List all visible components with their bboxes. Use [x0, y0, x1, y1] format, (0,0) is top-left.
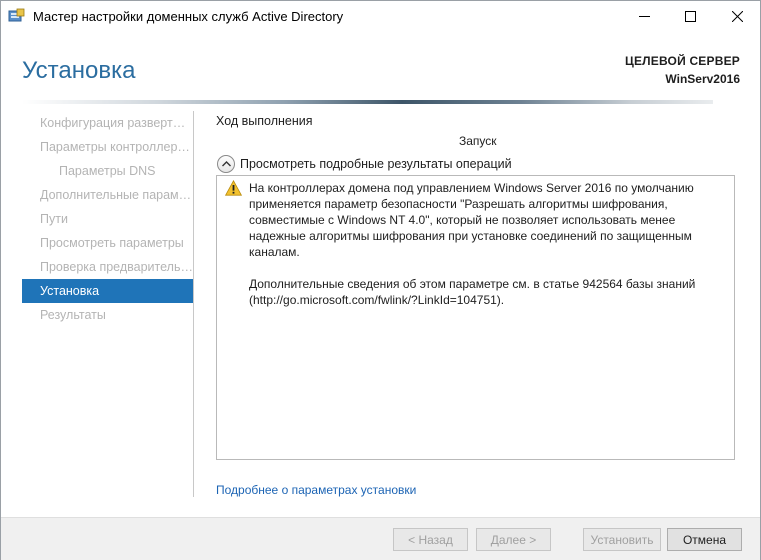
- operation-results-box[interactable]: На контроллерах домена под управлением W…: [216, 175, 735, 460]
- warning-message: На контроллерах домена под управлением W…: [249, 180, 727, 308]
- close-icon: [731, 11, 743, 22]
- warning-message-reference: Дополнительные сведения об этом параметр…: [249, 277, 696, 307]
- sidebar-item-additional-options[interactable]: Дополнительные параметры: [22, 183, 193, 207]
- title-bar[interactable]: Мастер настройки доменных служб Active D…: [1, 1, 760, 32]
- install-button[interactable]: Установить: [583, 528, 661, 551]
- details-toggle-label[interactable]: Просмотреть подробные результаты операци…: [240, 157, 512, 171]
- sidebar-item-dns-options[interactable]: Параметры DNS: [22, 159, 193, 183]
- minimize-icon: [638, 16, 650, 17]
- cancel-button[interactable]: Отмена: [667, 528, 742, 551]
- sidebar-item-prerequisites-check[interactable]: Проверка предварительных требований: [22, 255, 193, 279]
- next-button[interactable]: Далее >: [476, 528, 551, 551]
- window-title: Мастер настройки доменных служб Active D…: [33, 9, 344, 24]
- maximize-icon: [684, 11, 696, 22]
- server-wizard-icon: [8, 8, 25, 24]
- sidebar-item-deployment-config[interactable]: Конфигурация развертывания: [22, 111, 193, 135]
- wizard-window: Мастер настройки доменных служб Active D…: [0, 0, 761, 560]
- details-toggle[interactable]: Просмотреть подробные результаты операци…: [217, 155, 512, 173]
- close-button[interactable]: [714, 1, 760, 32]
- wizard-steps-nav: Конфигурация развертывания Параметры кон…: [22, 111, 193, 327]
- sidebar-item-results[interactable]: Результаты: [22, 303, 193, 327]
- sidebar-divider: [193, 111, 194, 497]
- progress-status: Запуск: [459, 134, 497, 148]
- chevron-up-icon[interactable]: [217, 155, 235, 173]
- sidebar-item-review-options[interactable]: Просмотреть параметры: [22, 231, 193, 255]
- progress-section-label: Ход выполнения: [216, 114, 313, 128]
- sidebar-item-dc-options[interactable]: Параметры контроллера домена: [22, 135, 193, 159]
- sidebar-item-installation[interactable]: Установка: [22, 279, 193, 303]
- warning-icon: [224, 179, 243, 196]
- sidebar-item-paths[interactable]: Пути: [22, 207, 193, 231]
- back-button[interactable]: < Назад: [393, 528, 468, 551]
- target-server-name: WinServ2016: [665, 72, 740, 86]
- target-server-label: ЦЕЛЕВОЙ СЕРВЕР: [624, 54, 740, 68]
- header-divider: [22, 100, 713, 104]
- warning-message-paragraph: На контроллерах домена под управлением W…: [249, 181, 694, 259]
- minimize-button[interactable]: [621, 1, 667, 32]
- maximize-button[interactable]: [667, 1, 713, 32]
- more-about-options-link[interactable]: Подробнее о параметрах установки: [216, 483, 416, 497]
- page-title: Установка: [22, 57, 136, 84]
